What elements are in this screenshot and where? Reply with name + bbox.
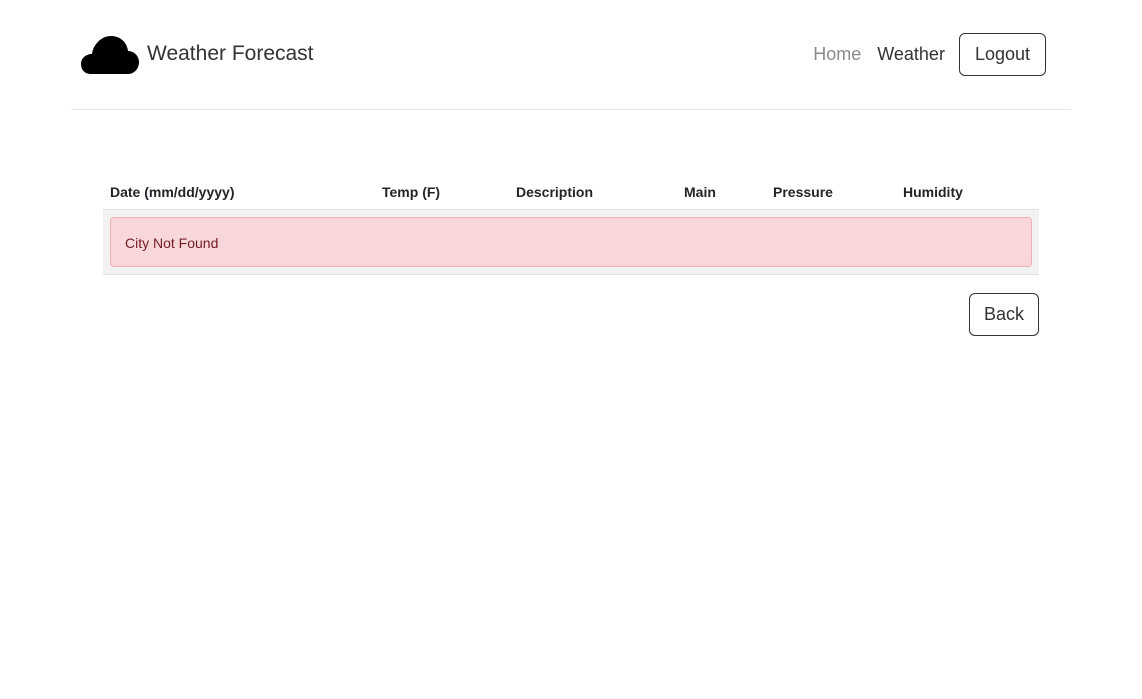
column-header-main: Main: [677, 173, 766, 210]
nav-links: Home Weather Logout: [805, 33, 1046, 76]
table-row: City Not Found: [103, 209, 1039, 275]
back-button[interactable]: Back: [968, 293, 1039, 336]
back-row: Back: [968, 293, 1039, 336]
nav-weather-link[interactable]: Weather: [869, 33, 953, 76]
navbar: Weather Forecast Home Weather Logout: [71, 0, 1071, 110]
page-container: Weather Forecast Home Weather Logout Dat…: [71, 0, 1071, 336]
app-title: Weather Forecast: [147, 42, 314, 65]
column-header-description: Description: [509, 173, 677, 210]
forecast-table: Date (mm/dd/yyyy) Temp (F) Description M…: [103, 173, 1039, 275]
column-header-humidity: Humidity: [896, 173, 1039, 210]
column-header-temp: Temp (F): [375, 173, 509, 210]
error-cell: City Not Found: [103, 209, 1039, 275]
forecast-table-section: Date (mm/dd/yyyy) Temp (F) Description M…: [103, 173, 1039, 336]
column-header-pressure: Pressure: [766, 173, 896, 210]
cloud-icon: [81, 33, 139, 75]
table-header-row: Date (mm/dd/yyyy) Temp (F) Description M…: [103, 173, 1039, 210]
column-header-date: Date (mm/dd/yyyy): [103, 173, 375, 210]
nav-home-link[interactable]: Home: [805, 33, 869, 76]
logout-button[interactable]: Logout: [958, 33, 1046, 76]
error-alert: City Not Found: [110, 217, 1032, 267]
brand[interactable]: Weather Forecast: [81, 33, 314, 75]
